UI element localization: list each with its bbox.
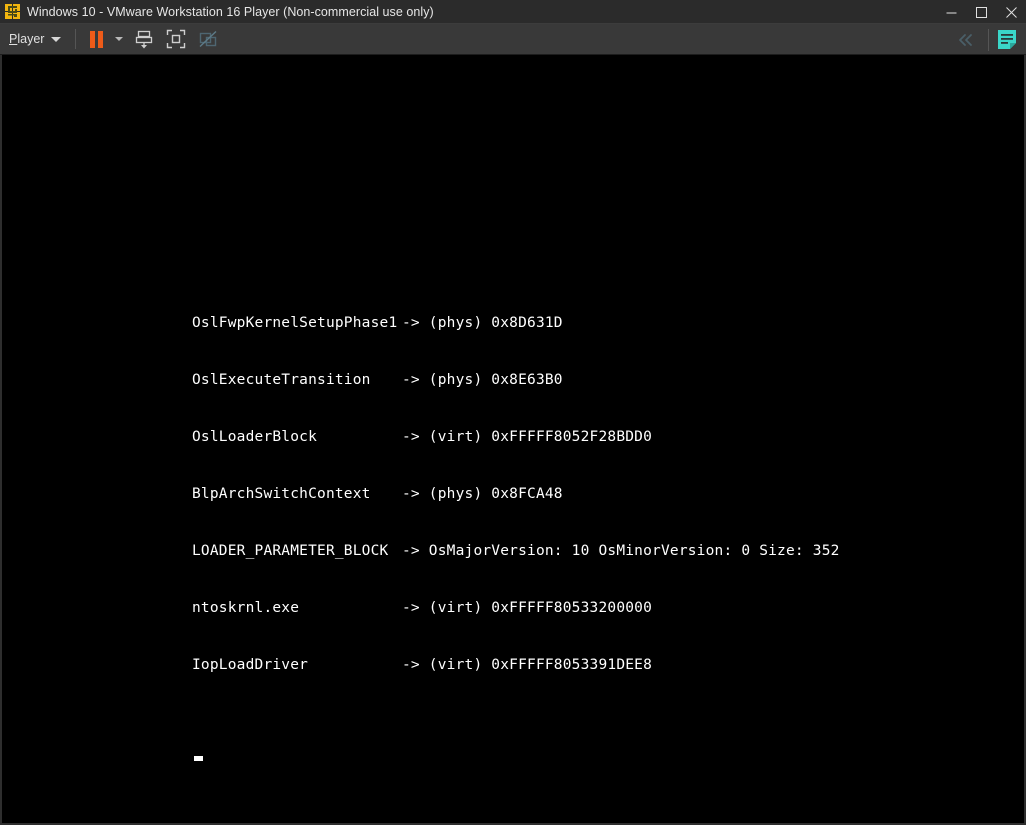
console-symbol: BlpArchSwitchContext (192, 486, 371, 502)
close-icon (1005, 6, 1017, 18)
toolbar-right-group (948, 24, 1026, 55)
console-symbol: OslLoaderBlock (192, 429, 318, 445)
console-value: -> OsMajorVersion: 10 OsMinorVersion: 0 … (402, 543, 840, 559)
collapse-toolbar-button[interactable] (948, 33, 984, 47)
console-line: OslExecuteTransition -> (phys) 0x8E63B0 (192, 371, 840, 390)
minimize-icon (946, 12, 956, 13)
title-bar: Windows 10 - VMware Workstation 16 Playe… (0, 0, 1026, 24)
console-value: -> (phys) 0x8FCA48 (402, 486, 563, 502)
toolbar-divider-right (988, 28, 989, 51)
maximize-icon (975, 6, 987, 18)
window-controls (936, 0, 1026, 24)
console-value: -> (phys) 0x8E63B0 (402, 372, 563, 388)
console-symbol: LOADER_PARAMETER_BLOCK (192, 543, 389, 559)
console-line: ntoskrnl.exe -> (virt) 0xFFFFF8053320000… (192, 599, 840, 618)
vm-notes-button[interactable] (995, 29, 1019, 50)
close-button[interactable] (996, 0, 1026, 24)
vmware-player-window: Windows 10 - VMware Workstation 16 Playe… (0, 0, 1026, 825)
text-cursor (194, 756, 203, 761)
console-line: LOADER_PARAMETER_BLOCK -> OsMajorVersion… (192, 542, 840, 561)
window-title: Windows 10 - VMware Workstation 16 Playe… (27, 4, 434, 19)
unity-mode-disabled-icon (199, 30, 217, 48)
console-line: OslLoaderBlock -> (virt) 0xFFFFF8052F28B… (192, 428, 840, 447)
maximize-button[interactable] (966, 0, 996, 24)
enter-fullscreen-icon (167, 29, 186, 49)
console-symbol: IopLoadDriver (192, 657, 309, 673)
console-value: -> (virt) 0xFFFFF80533200000 (402, 600, 653, 616)
send-ctrl-alt-del-icon (136, 30, 153, 49)
vmware-logo-icon (4, 3, 21, 20)
vm-guest-screen[interactable]: OslFwpKernelSetupPhase1 -> (phys) 0x8D63… (2, 55, 1024, 823)
vm-toolbar: Player (0, 24, 1026, 55)
pause-vm-button[interactable] (82, 26, 110, 53)
chevron-down-icon (115, 37, 124, 41)
pause-icon (90, 30, 104, 48)
console-value: -> (phys) 0x8D631D (402, 315, 563, 331)
minimize-button[interactable] (936, 0, 966, 24)
player-menu-label: Player (9, 32, 45, 46)
boot-console-output: OslFwpKernelSetupPhase1 -> (phys) 0x8D63… (192, 257, 840, 806)
console-value: -> (virt) 0xFFFFF8053391DEE8 (402, 657, 653, 673)
double-chevron-left-icon (959, 33, 972, 46)
console-symbol: OslFwpKernelSetupPhase1 (192, 315, 398, 331)
unity-mode-button (192, 26, 224, 53)
console-value: -> (virt) 0xFFFFF8052F28BDD0 (402, 429, 653, 445)
console-line: OslFwpKernelSetupPhase1 -> (phys) 0x8D63… (192, 314, 840, 333)
console-symbol: ntoskrnl.exe (192, 600, 300, 616)
vm-display-area: OslFwpKernelSetupPhase1 -> (phys) 0x8D63… (0, 55, 1026, 825)
notes-document-icon (998, 30, 1016, 49)
power-options-dropdown[interactable] (110, 26, 128, 53)
console-symbol: OslExecuteTransition (192, 372, 371, 388)
toolbar-divider (75, 29, 77, 49)
enter-fullscreen-button[interactable] (160, 26, 192, 53)
console-line: BlpArchSwitchContext -> (phys) 0x8FCA48 (192, 485, 840, 504)
console-line: IopLoadDriver -> (virt) 0xFFFFF8053391DE… (192, 656, 840, 675)
player-menu-button[interactable]: Player (0, 24, 69, 54)
chevron-down-icon (51, 36, 62, 42)
send-ctrl-alt-del-button[interactable] (128, 26, 160, 53)
console-cursor-line (192, 749, 840, 768)
